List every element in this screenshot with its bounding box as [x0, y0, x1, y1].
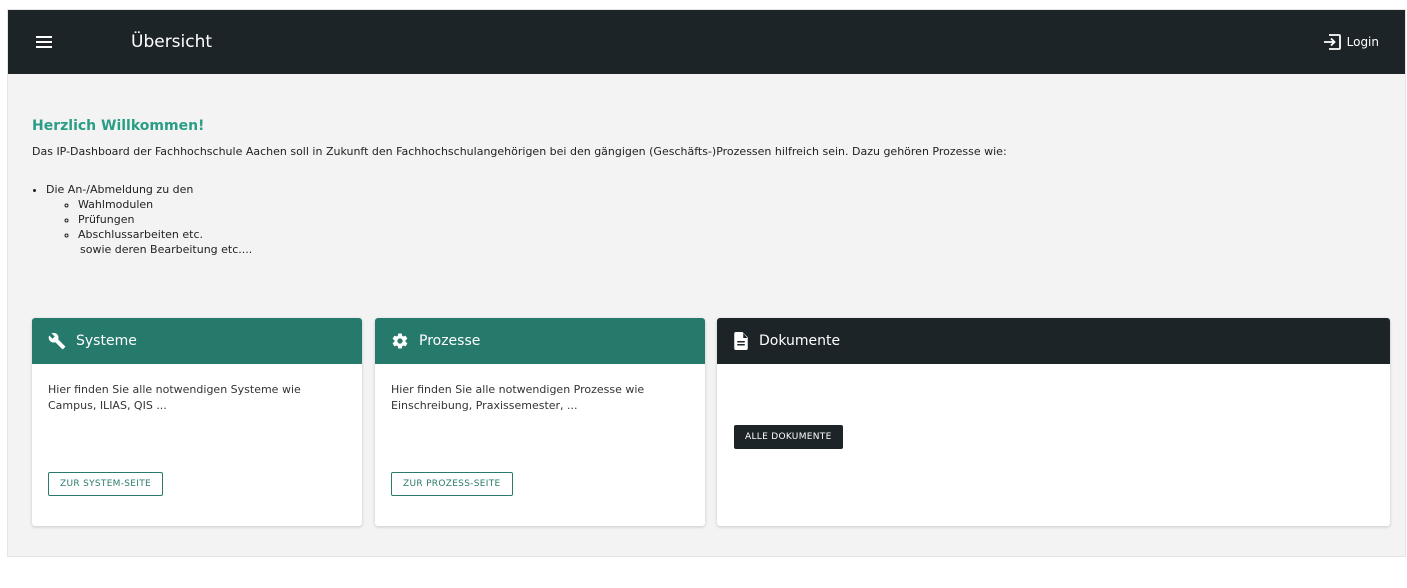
process-list: Die An-/Abmeldung zu den Wahlmodulen Prü…	[32, 182, 1392, 242]
login-button[interactable]: Login	[1323, 30, 1379, 54]
top-app-bar: Übersicht Login	[8, 10, 1405, 74]
systeme-card-header: Systeme	[32, 318, 362, 364]
process-sub-list: Wahlmodulen Prüfungen Abschlussarbeiten …	[46, 197, 1392, 242]
sub-list-item: Abschlussarbeiten etc.	[78, 227, 1392, 242]
prozesse-card-title: Prozesse	[419, 333, 481, 349]
app-frame: Übersicht Login Herzlich Willkommen! Das…	[8, 10, 1405, 556]
login-icon	[1323, 34, 1341, 50]
after-note: sowie deren Bearbeitung etc....	[80, 243, 253, 256]
system-page-button[interactable]: ZUR SYSTEM-SEITE	[48, 472, 164, 496]
prozesse-card-text: Hier finden Sie alle notwendigen Prozess…	[391, 383, 645, 412]
list-item: Die An-/Abmeldung zu den Wahlmodulen Prü…	[46, 182, 1392, 242]
dokumente-card-header: Dokumente	[717, 318, 1390, 364]
list-item-label: Die An-/Abmeldung zu den	[46, 183, 194, 196]
document-icon	[734, 332, 748, 350]
welcome-heading: Herzlich Willkommen!	[32, 118, 205, 134]
wrench-icon	[48, 332, 66, 350]
dokumente-card-title: Dokumente	[759, 333, 841, 349]
sub-list-item: Prüfungen	[78, 212, 1392, 227]
menu-button[interactable]	[32, 30, 56, 54]
systeme-card: Systeme Hier finden Sie alle notwendigen…	[32, 318, 362, 526]
login-label: Login	[1346, 35, 1379, 49]
sub-list-item: Wahlmodulen	[78, 197, 1392, 212]
welcome-section: Herzlich Willkommen! Das IP-Dashboard de…	[32, 116, 1392, 257]
process-page-button[interactable]: ZUR PROZESS-SEITE	[391, 472, 513, 496]
all-documents-button[interactable]: ALLE DOKUMENTE	[734, 425, 843, 449]
prozesse-card-header: Prozesse	[375, 318, 705, 364]
page-title: Übersicht	[131, 32, 213, 52]
dokumente-card: Dokumente ALLE DOKUMENTE	[717, 318, 1390, 526]
systeme-card-title: Systeme	[76, 333, 137, 349]
gear-icon	[392, 333, 408, 349]
intro-text: Das IP-Dashboard der Fachhochschule Aach…	[32, 145, 1007, 158]
prozesse-card: Prozesse Hier finden Sie alle notwendige…	[375, 318, 705, 526]
systeme-card-text: Hier finden Sie alle notwendigen Systeme…	[48, 383, 301, 412]
hamburger-menu-icon	[36, 36, 52, 48]
